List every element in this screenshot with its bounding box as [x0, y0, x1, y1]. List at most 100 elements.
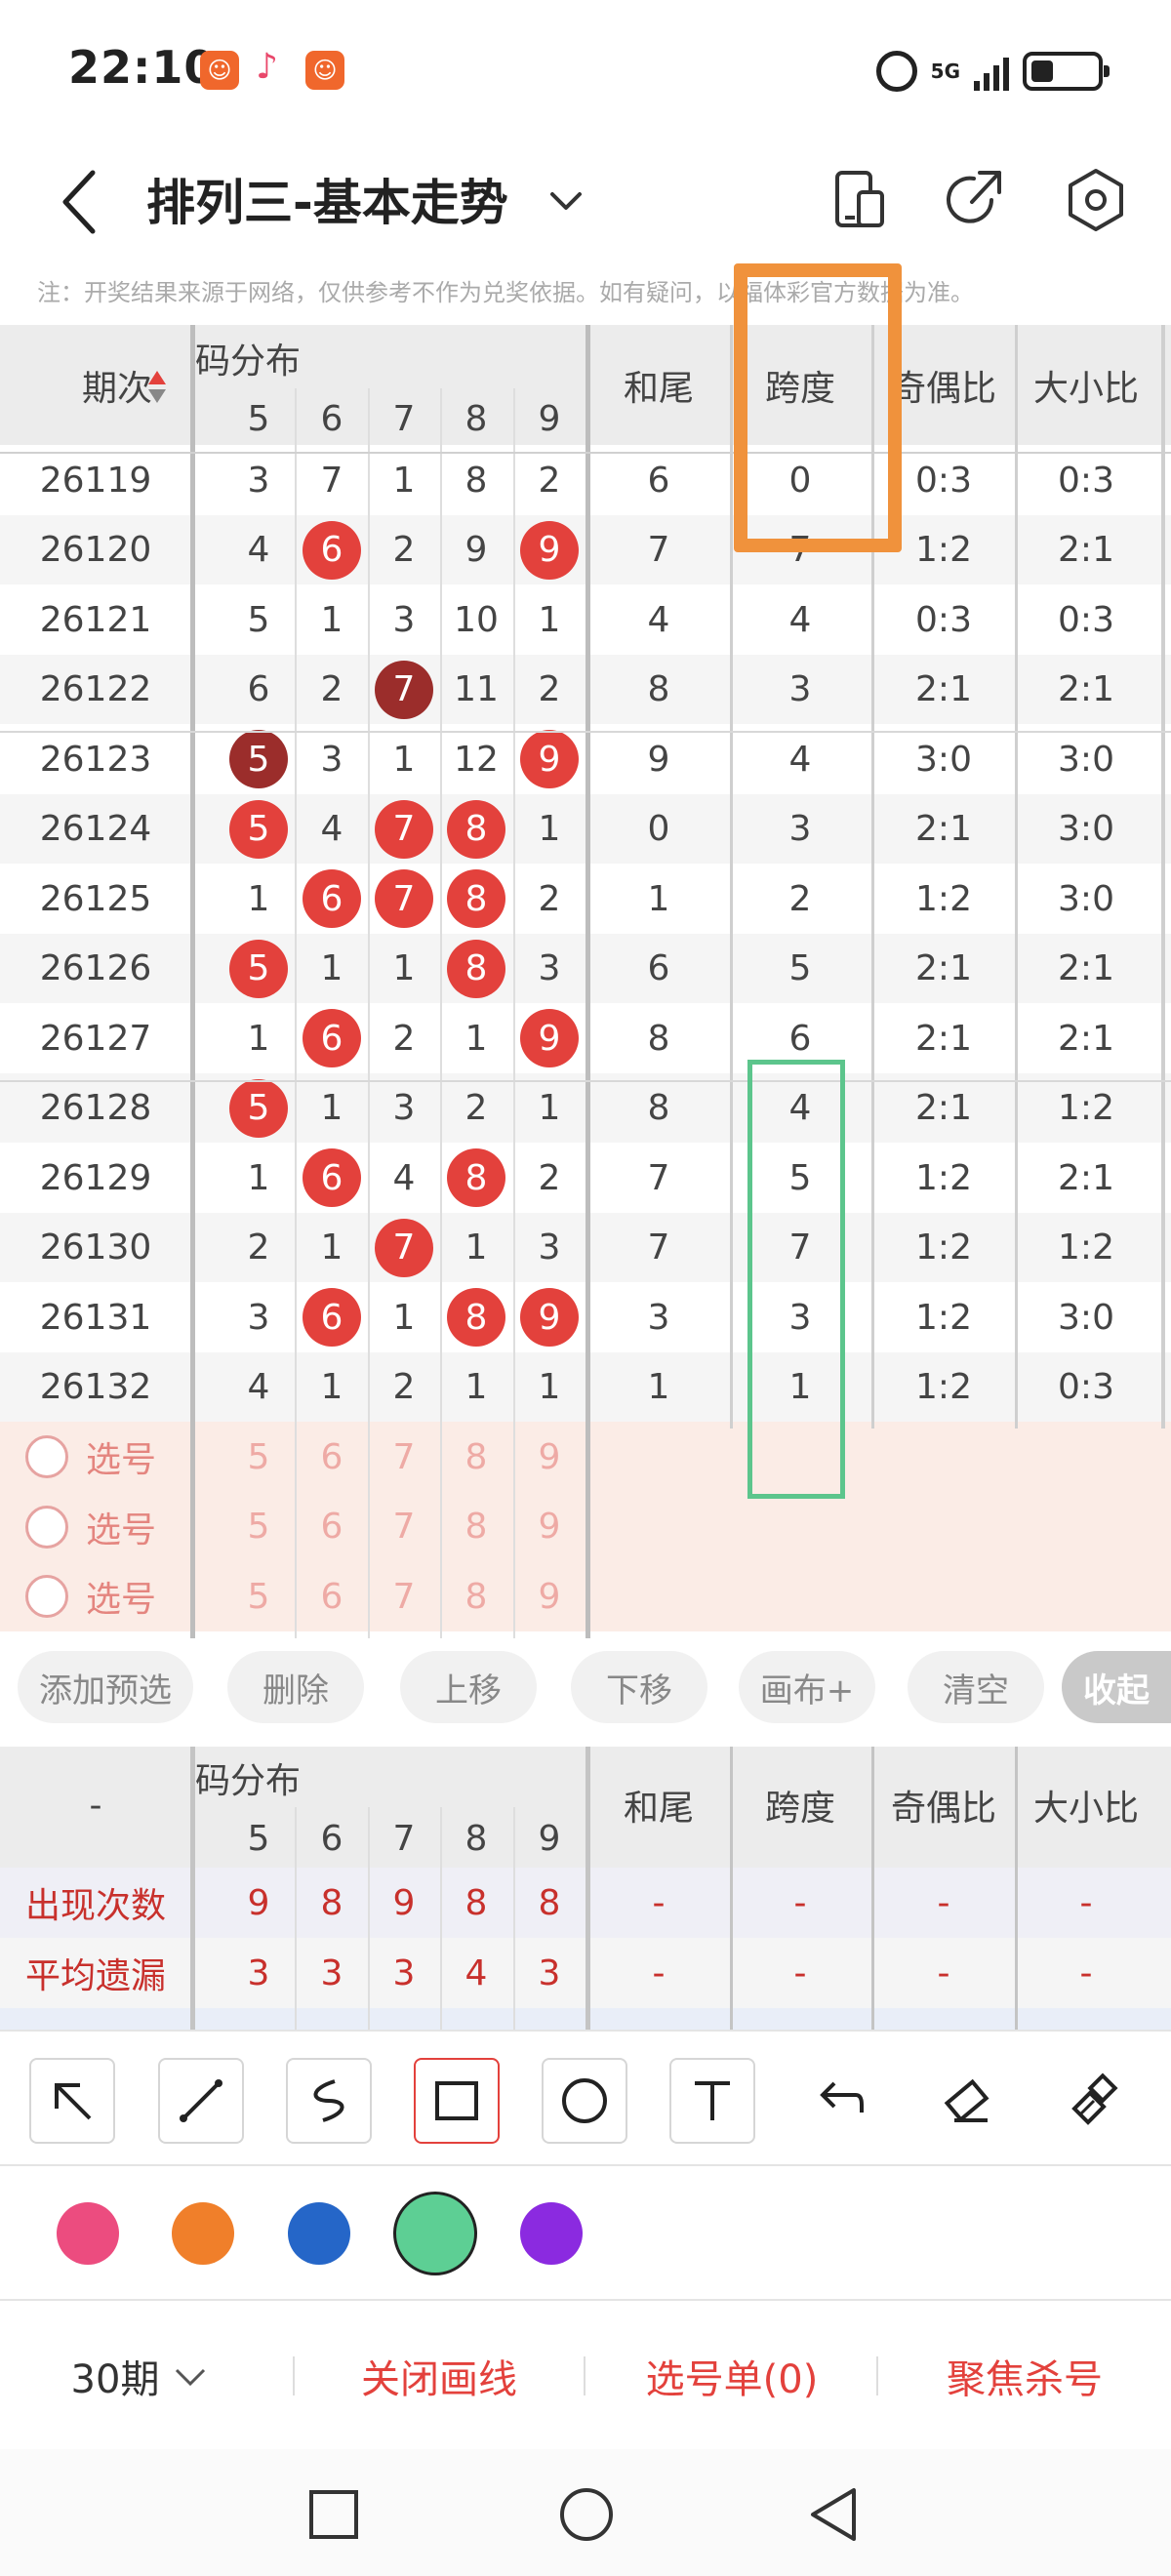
period-cell: 26128: [39, 1088, 152, 1128]
odd-even-cell: 2:1: [915, 1088, 972, 1128]
big-small-cell: 3:0: [1058, 1297, 1114, 1338]
drawing-toolbar: [0, 2030, 1171, 2166]
pointer-tool[interactable]: [29, 2058, 115, 2144]
pick-digit[interactable]: 5: [229, 1428, 288, 1486]
pick-digit[interactable]: 9: [520, 1428, 579, 1486]
big-small-cell: 2:1: [1058, 948, 1114, 988]
color-swatch[interactable]: [520, 2202, 583, 2265]
omission-cell: 1: [247, 1018, 270, 1059]
text-tool[interactable]: [669, 2058, 755, 2144]
delete-button[interactable]: 删除: [227, 1651, 364, 1723]
number-ball: 8: [445, 798, 507, 861]
pick-digit[interactable]: 8: [447, 1498, 505, 1556]
close-lines-button[interactable]: 关闭画线: [293, 2303, 586, 2449]
period-cell: 26127: [39, 1018, 152, 1059]
stats-value: 8: [320, 1882, 343, 1923]
stats-value: 8: [464, 1882, 488, 1923]
arrow-pointer-icon: [55, 2083, 92, 2120]
odd-even-cell: 1:2: [915, 1157, 972, 1198]
stats-header-digit: 8: [464, 1818, 488, 1859]
settings-icon[interactable]: [1057, 161, 1135, 239]
back-arrow-icon[interactable]: [54, 163, 112, 241]
omission-cell: 2: [247, 1228, 270, 1268]
recent-apps-icon[interactable]: [307, 2488, 360, 2541]
omission-cell: 2: [538, 669, 561, 709]
grid-line: [368, 388, 370, 1638]
big-small-cell: 0:3: [1058, 460, 1114, 501]
sum-tail-cell: 1: [647, 1367, 670, 1407]
orange-annotation-rect[interactable]: [734, 263, 902, 552]
grid-line: [1161, 325, 1165, 1429]
clear-button[interactable]: 清空: [908, 1651, 1044, 1723]
status-time: 22:10: [68, 41, 217, 94]
big-small-cell: 2:1: [1058, 669, 1114, 709]
pick-list-button[interactable]: 选号单(0): [586, 2303, 878, 2449]
move-up-button[interactable]: 上移: [400, 1651, 537, 1723]
color-picker: [0, 2166, 1171, 2301]
omission-cell: 1: [464, 1228, 488, 1268]
home-icon[interactable]: [558, 2486, 615, 2543]
curve-tool[interactable]: [286, 2058, 372, 2144]
number-ball: 6: [301, 867, 363, 930]
pick-digit[interactable]: 8: [447, 1428, 505, 1486]
sort-down-icon[interactable]: [148, 389, 166, 403]
back-nav-icon[interactable]: [807, 2486, 862, 2543]
green-annotation-rect[interactable]: [747, 1060, 845, 1499]
header-number-distribution: 号码分布: [195, 342, 302, 382]
move-down-button[interactable]: 下移: [571, 1651, 707, 1723]
period-selector[interactable]: 30期: [29, 2303, 254, 2449]
pick-digit[interactable]: 8: [447, 1567, 505, 1626]
pick-radio[interactable]: [25, 1435, 68, 1478]
pick-radio[interactable]: [25, 1505, 68, 1549]
stats-dash: -: [1079, 1882, 1093, 1923]
grid-line: [730, 1747, 733, 2030]
sum-tail-cell: 1: [647, 878, 670, 919]
sort-up-icon[interactable]: [148, 371, 166, 384]
number-ball: 6: [301, 1147, 363, 1209]
color-swatch[interactable]: [288, 2202, 350, 2265]
collapse-button[interactable]: 收起: [1062, 1651, 1171, 1723]
color-swatch[interactable]: [172, 2202, 234, 2265]
pick-digit[interactable]: 5: [229, 1498, 288, 1556]
omission-cell: 1: [320, 948, 343, 988]
rectangle-tool[interactable]: [414, 2058, 500, 2144]
brush-icon: [1071, 2073, 1118, 2125]
focus-kill-button[interactable]: 聚焦杀号: [878, 2303, 1171, 2449]
omission-cell: 1: [320, 1088, 343, 1128]
pick-digit[interactable]: 6: [303, 1428, 361, 1486]
chevron-down-icon[interactable]: [546, 177, 586, 225]
pick-digit[interactable]: 7: [375, 1498, 433, 1556]
undo-tool[interactable]: [797, 2058, 883, 2144]
color-swatch[interactable]: [57, 2202, 119, 2265]
app-notification-icon: ☺: [200, 51, 239, 90]
eraser-tool[interactable]: [925, 2058, 1011, 2144]
ball-value: 9: [520, 730, 579, 788]
pick-digit[interactable]: 7: [375, 1428, 433, 1486]
line-tool[interactable]: [158, 2058, 244, 2144]
omission-cell: 1: [247, 1157, 270, 1198]
omission-cell: 1: [392, 739, 416, 780]
group-divider: [0, 1079, 1171, 1082]
color-swatch[interactable]: [393, 2192, 477, 2275]
sum-tail-cell: 8: [647, 669, 670, 709]
number-ball: 9: [518, 1286, 581, 1348]
pick-digit[interactable]: 7: [375, 1567, 433, 1626]
pick-digit[interactable]: 9: [520, 1498, 579, 1556]
pick-radio[interactable]: [25, 1575, 68, 1618]
pick-digit[interactable]: 5: [229, 1567, 288, 1626]
big-small-cell: 0:3: [1058, 599, 1114, 640]
pick-digit[interactable]: 6: [303, 1567, 361, 1626]
brush-tool[interactable]: [1053, 2058, 1139, 2144]
period-cell: 26122: [39, 669, 152, 709]
canvas-plus-button[interactable]: 画布+: [739, 1651, 875, 1723]
odd-even-cell: 2:1: [915, 948, 972, 988]
share-icon[interactable]: [935, 161, 1013, 239]
pick-digit[interactable]: 6: [303, 1498, 361, 1556]
circle-tool[interactable]: [542, 2058, 627, 2144]
omission-cell: 1: [320, 599, 343, 640]
pick-digit[interactable]: 9: [520, 1567, 579, 1626]
add-preselect-button[interactable]: 添加预选: [18, 1651, 193, 1723]
device-icon[interactable]: [820, 161, 898, 239]
stats-header-digit: 5: [247, 1818, 270, 1859]
sum-tail-cell: 7: [647, 1228, 670, 1268]
